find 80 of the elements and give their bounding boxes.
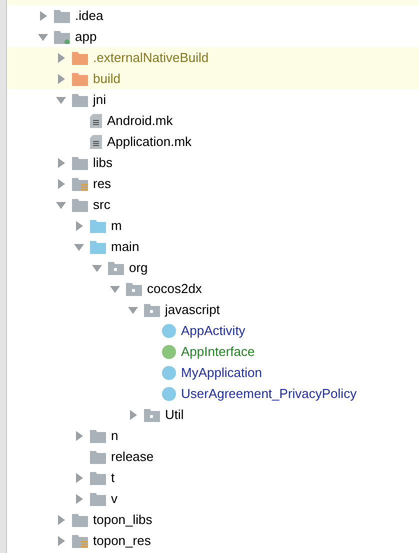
package-icon [144,302,160,316]
tree-row[interactable]: jni [7,89,419,110]
folder-icon [72,512,88,526]
tree-item-label: cocos2dx [147,280,202,298]
tree-row[interactable]: src [7,194,419,215]
tree-row[interactable]: m [7,215,419,236]
tree-row[interactable]: build [7,68,419,89]
tree-row[interactable]: res [7,173,419,194]
folder-icon [90,470,106,484]
folder-icon [54,8,70,22]
tree-item-label: build [93,70,120,88]
tree-item-label: release [111,448,154,466]
tree-item-label: jni [93,90,106,109]
tree-item-label: org [129,258,148,277]
tree-row[interactable]: .idea [7,5,419,26]
tree-item-label: libs [93,154,113,172]
expand-arrow-icon[interactable] [73,428,85,442]
tree-item-label: MyApplication [181,364,262,382]
tree-item-label: v [111,490,118,508]
tree-row[interactable]: release [7,446,419,467]
expand-arrow-icon[interactable] [55,156,67,170]
tree-item-label: .idea [75,6,104,25]
expand-arrow-icon[interactable] [55,534,67,548]
package-icon [108,260,124,274]
tree-row[interactable]: libs [7,152,419,173]
expand-arrow-icon[interactable] [55,512,67,526]
folder-icon [72,534,88,548]
folder-icon [90,428,106,442]
tree-item-label: res [93,174,112,193]
tree-row[interactable]: app [7,26,419,47]
tree-row[interactable]: MyApplication [7,362,419,383]
tree-row[interactable]: .externalNativeBuild [7,47,419,68]
tree-item-label: t [111,468,115,487]
tree-row[interactable]: v [7,488,419,509]
tree-item-label: n [111,426,118,445]
tree-item-label: Application.mk [107,132,192,151]
expand-arrow-icon[interactable] [55,176,67,190]
tree-row[interactable]: AppInterface [7,341,419,362]
tree-item-label: topon_libs [93,510,152,529]
tree-row[interactable]: t [7,467,419,488]
tree-item-label: topon_res [93,532,151,550]
expand-arrow-icon[interactable] [73,470,85,484]
tree-item-label: UserAgreement_PrivacyPolicy [181,384,357,403]
tree-row[interactable]: Application.mk [7,131,419,152]
tree-item-label: Android.mk [107,112,173,130]
tree-row[interactable]: Util [7,404,419,425]
tree-item-label: javascript [165,300,220,319]
tree-row[interactable]: org [7,257,419,278]
tree-row[interactable]: cocos2dx [7,278,419,299]
tree-item-label: AppActivity [181,322,246,340]
package-icon [144,408,160,422]
folder-icon [90,492,106,506]
folder-icon [72,198,88,212]
expand-arrow-icon[interactable] [73,492,85,506]
folder-icon [72,156,88,170]
folder-icon [54,30,70,44]
tree-row[interactable]: main [7,236,419,257]
tree-item-label: main [111,238,140,256]
package-icon [126,282,142,296]
tree-item-label: Util [165,406,184,424]
tree-row[interactable]: UserAgreement_PrivacyPolicy [7,383,419,404]
folder-icon [72,176,88,190]
expand-arrow-icon[interactable] [37,8,49,22]
tree-row[interactable]: Android.mk [7,110,419,131]
expand-arrow-icon[interactable] [127,408,139,422]
tree-row[interactable]: n [7,425,419,446]
tree-item-label: app [75,28,97,46]
tree-item-label: m [111,216,122,235]
folder-icon [72,92,88,106]
tree-row[interactable]: javascript [7,299,419,320]
tree-row[interactable]: topon_res [7,530,419,551]
tree-row[interactable]: topon_libs [7,509,419,530]
expand-arrow-icon[interactable] [55,50,67,64]
expand-arrow-icon[interactable] [73,218,85,232]
tree-row[interactable]: AppActivity [7,320,419,341]
tree-item-label: src [93,196,110,214]
folder-icon [90,450,106,464]
tree-item-label: AppInterface [181,342,255,361]
expand-arrow-icon[interactable] [55,72,67,86]
tree-item-label: .externalNativeBuild [93,48,209,67]
